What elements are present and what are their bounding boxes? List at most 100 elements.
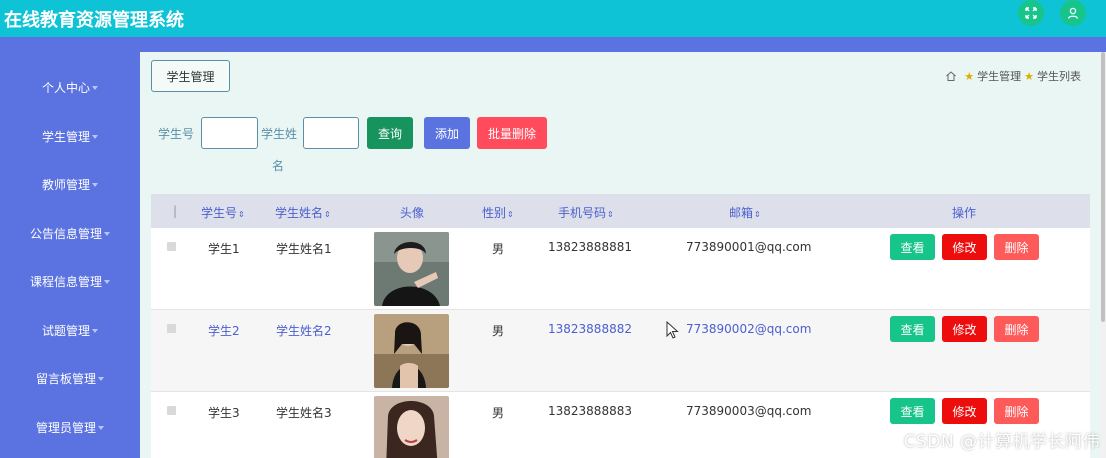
cell-email: 773890001@qq.com [686,240,812,254]
chevron-down-icon [104,232,110,236]
student-no-label: 学生号 [158,127,195,141]
chevron-down-icon [98,426,104,430]
chevron-down-icon [92,135,98,139]
column-header-email[interactable]: 邮箱⇕ [729,204,761,221]
sidebar-item-label: 教师管理 [41,177,90,192]
cell-email: 773890002@qq.com [686,322,812,336]
chevron-down-icon [92,183,98,187]
breadcrumb: ★ 学生管理 ★ 学生列表 [945,68,1081,84]
row-checkbox[interactable] [167,406,176,415]
home-icon[interactable] [945,70,957,82]
column-header-label: 学生姓名 [275,206,324,220]
sidebar-item-admin-management[interactable]: 管理员管理 [0,407,140,447]
user-icon-glyph [1067,7,1079,19]
sidebar-item-announcement-management[interactable]: 公告信息管理 [0,213,140,253]
cell-student-name: 学生姓名1 [276,242,332,256]
student-no-input[interactable] [201,117,258,149]
cell-student-name: 学生姓名3 [276,406,332,420]
student-avatar-photo [374,314,449,388]
chevron-down-icon [92,86,98,90]
edit-button[interactable]: 修改 [942,398,987,424]
sort-icon[interactable]: ⇕ [324,210,331,219]
sidebar-item-label: 管理员管理 [35,420,96,435]
scrollbar-thumb[interactable] [1101,52,1105,322]
row-checkbox[interactable] [167,242,176,251]
table-row: 学生1 学生姓名1 男 13823888881 773890001@qq.com… [151,228,1090,310]
cell-gender: 男 [492,324,505,338]
fullscreen-icon-glyph [1025,7,1037,19]
column-header-actions: 操作 [952,206,977,220]
delete-button[interactable]: 删除 [994,398,1039,424]
sidebar-item-label: 个人中心 [41,80,90,95]
batch-delete-button[interactable]: 批量删除 [477,117,547,149]
fullscreen-icon[interactable] [1018,0,1044,26]
cell-email: 773890003@qq.com [686,404,812,418]
add-button[interactable]: 添加 [424,117,470,149]
app-title: 在线教育资源管理系统 [4,10,184,31]
edit-button[interactable]: 修改 [942,316,987,342]
sidebar-item-student-management[interactable]: 学生管理 [0,116,140,156]
delete-button[interactable]: 删除 [994,316,1039,342]
column-header-phone[interactable]: 手机号码⇕ [558,204,614,221]
mouse-cursor-icon [666,321,679,339]
student-name-label-cont: 名 [272,159,285,173]
avatar-image [374,396,449,458]
section-title: 学生管理 [151,60,230,92]
view-button[interactable]: 查看 [890,398,935,424]
view-button[interactable]: 查看 [890,234,935,260]
sidebar-item-course-management[interactable]: 课程信息管理 [0,261,140,301]
user-icon[interactable] [1060,0,1086,26]
cell-phone: 13823888881 [548,240,632,254]
select-all-checkbox[interactable]: | [173,204,177,218]
row-checkbox[interactable] [167,324,176,333]
breadcrumb-item[interactable]: 学生管理 [977,68,1021,84]
sidebar-item-message-board[interactable]: 留言板管理 [0,358,140,398]
chevron-down-icon [98,377,104,381]
column-header-gender[interactable]: 性别⇕ [482,204,514,221]
sidebar: 个人中心 学生管理 教师管理 公告信息管理 课程信息管理 试题管理 留言板管理 … [0,52,140,458]
sidebar-item-label: 课程信息管理 [29,274,102,289]
cell-gender: 男 [492,242,505,256]
student-table: | 学生号⇕ 学生姓名⇕ 头像 性别⇕ 手机号码⇕ 邮箱⇕ 操作 学生1 学生姓… [151,194,1090,458]
column-header-student-name[interactable]: 学生姓名⇕ [275,204,331,221]
star-icon: ★ [964,69,975,83]
sort-icon[interactable]: ⇕ [507,210,514,219]
sort-icon[interactable]: ⇕ [607,210,614,219]
cell-student-no: 学生3 [208,406,240,420]
breadcrumb-item: 学生列表 [1037,70,1081,83]
cell-phone: 13823888882 [548,322,632,336]
edit-button[interactable]: 修改 [942,234,987,260]
sidebar-item-personal-center[interactable]: 个人中心 [0,67,140,107]
cell-phone: 13823888883 [548,404,632,418]
cell-student-no: 学生1 [208,242,240,256]
cell-student-no: 学生2 [208,324,240,338]
delete-button[interactable]: 删除 [994,234,1039,260]
sidebar-item-label: 学生管理 [41,129,90,144]
view-button[interactable]: 查看 [890,316,935,342]
column-header-student-no[interactable]: 学生号⇕ [201,204,245,221]
table-row: 学生2 学生姓名2 男 13823888882 773890002@qq.com… [151,310,1090,392]
student-name-input[interactable] [303,117,359,149]
column-header-label: 学生号 [201,206,238,220]
star-icon: ★ [1024,69,1034,83]
column-header-label: 邮箱 [729,206,754,220]
sort-icon[interactable]: ⇕ [754,210,761,219]
sidebar-item-teacher-management[interactable]: 教师管理 [0,164,140,204]
header-strip [0,37,1106,52]
sidebar-item-question-management[interactable]: 试题管理 [0,310,140,350]
cell-student-name: 学生姓名2 [276,324,332,338]
sidebar-item-label: 公告信息管理 [29,226,102,241]
column-header-label: 性别 [482,206,507,220]
student-name-label: 学生姓 [261,127,298,141]
watermark: CSDN @计算机学长阿伟 [903,432,1100,452]
cell-gender: 男 [492,406,505,420]
avatar-image [374,232,449,306]
sort-icon[interactable]: ⇕ [238,210,245,219]
chevron-down-icon [92,329,98,333]
query-button[interactable]: 查询 [367,117,413,149]
student-avatar-photo [374,396,449,458]
sidebar-item-label: 试题管理 [41,323,90,338]
chevron-down-icon [104,280,110,284]
top-header: 在线教育资源管理系统 [0,0,1106,37]
table-header: | 学生号⇕ 学生姓名⇕ 头像 性别⇕ 手机号码⇕ 邮箱⇕ 操作 [151,194,1090,228]
